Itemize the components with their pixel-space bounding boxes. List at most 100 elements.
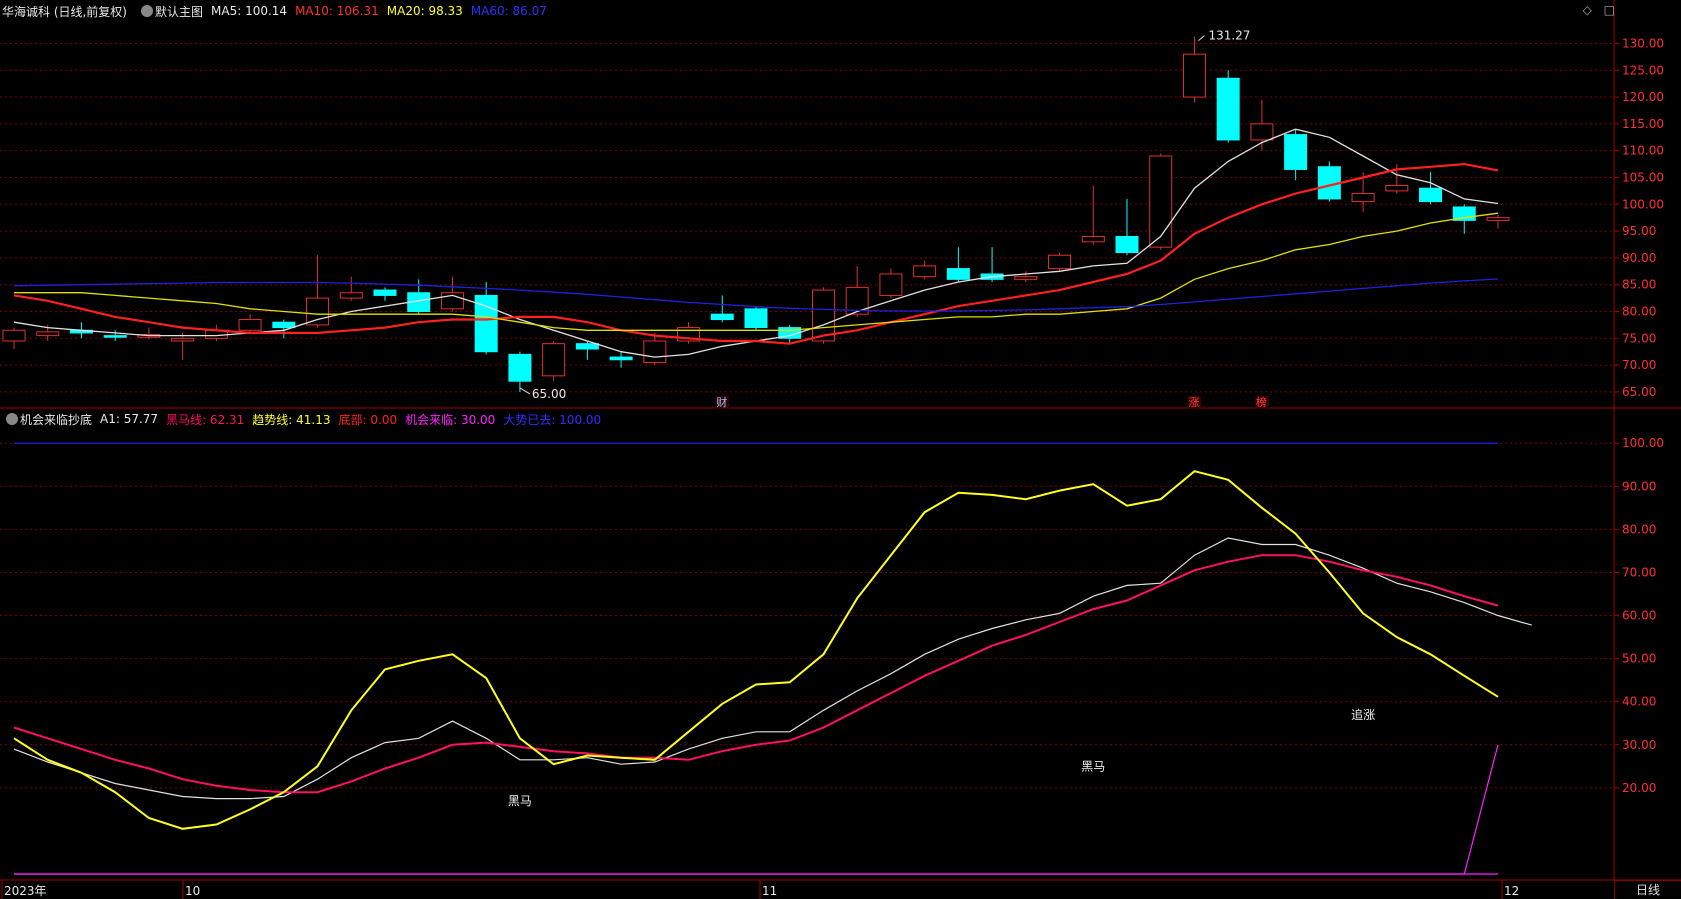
candle-body xyxy=(1419,187,1443,203)
high-arrow xyxy=(1198,35,1205,42)
high-price-label: 131.27 xyxy=(1208,29,1250,43)
period-tab[interactable]: 日线 xyxy=(1614,880,1681,899)
main-chart-label[interactable]: 默认主图 xyxy=(155,3,203,20)
price-tick-label: 115.00 xyxy=(1622,117,1664,131)
price-tick-label: 85.00 xyxy=(1622,278,1656,292)
price-tick-label: 80.00 xyxy=(1622,305,1656,319)
candle-body xyxy=(373,289,397,296)
candle xyxy=(609,351,633,368)
candle-body xyxy=(710,313,734,321)
time-axis-label: 12 xyxy=(1504,884,1519,898)
indicator-name[interactable]: 机会来临抄底 xyxy=(20,411,92,428)
candle xyxy=(1182,36,1206,103)
indicator-tick-label: 40.00 xyxy=(1622,695,1656,709)
indicator-settings-icon[interactable] xyxy=(6,413,18,425)
candle xyxy=(1284,129,1308,181)
event-marker: 涨 xyxy=(1188,396,1199,409)
candle-body xyxy=(1284,134,1308,170)
ma5-label: MA5: 100.14 xyxy=(211,4,288,18)
candle xyxy=(339,276,363,301)
candle xyxy=(204,324,228,341)
price-tick-label: 65.00 xyxy=(1622,385,1656,399)
candle xyxy=(1081,185,1105,245)
candle-body xyxy=(238,319,262,331)
candle-body xyxy=(36,331,60,337)
chance-label: 机会来临: 30.00 xyxy=(405,412,496,427)
signal-label: 黑马 xyxy=(508,794,532,808)
candle-body xyxy=(1216,77,1240,141)
candle-body xyxy=(1081,235,1105,243)
candle-body xyxy=(1014,276,1038,280)
candle-body xyxy=(1486,217,1510,221)
candle-body xyxy=(643,340,667,363)
price-tick-label: 125.00 xyxy=(1622,63,1664,77)
candle xyxy=(744,306,768,331)
candle-body xyxy=(2,329,26,342)
price-tick-label: 110.00 xyxy=(1622,144,1664,158)
ma60-label: MA60: 86.07 xyxy=(470,4,547,18)
candle-body xyxy=(913,265,937,278)
candle-body xyxy=(1351,193,1375,203)
candle-body xyxy=(744,308,768,329)
candle-body xyxy=(946,268,970,280)
candle-body xyxy=(1385,185,1409,192)
indicator-tick-label: 50.00 xyxy=(1622,652,1656,666)
price-tick-label: 105.00 xyxy=(1622,170,1664,184)
candle xyxy=(1216,70,1240,143)
candle-body xyxy=(609,356,633,361)
candle xyxy=(1419,172,1443,205)
candle xyxy=(1486,215,1510,229)
indicator-tick-label: 100.00 xyxy=(1622,436,1664,450)
price-tick-label: 75.00 xyxy=(1622,331,1656,345)
ma10-label: MA10: 106.31 xyxy=(295,4,379,18)
candle-body xyxy=(103,335,127,338)
candle xyxy=(1048,252,1072,272)
candle-body xyxy=(306,297,330,326)
square-icon[interactable]: □ xyxy=(1604,3,1615,17)
stock-title[interactable]: 华海诚科 (日线,前复权) xyxy=(2,3,127,20)
candle-body xyxy=(1115,235,1139,254)
candle-body xyxy=(1149,155,1173,248)
candle xyxy=(171,332,195,360)
indicator-tick-label: 80.00 xyxy=(1622,522,1656,536)
price-tick-label: 120.00 xyxy=(1622,90,1664,104)
candle-body xyxy=(542,343,566,377)
a1-label: A1: 57.77 xyxy=(100,412,159,426)
event-marker: 财 xyxy=(716,395,727,409)
time-axis-label: 2023年 xyxy=(4,884,47,898)
indicator-tick-label: 70.00 xyxy=(1622,565,1656,579)
stock-chart-area[interactable]: 65.00 70.00 75.00 80.00 85.00 90.00 95.00 100.0… xyxy=(0,0,1681,899)
candle-body xyxy=(339,292,363,299)
time-axis-label: 10 xyxy=(185,884,200,898)
candle xyxy=(913,260,937,280)
price-tick-label: 95.00 xyxy=(1622,224,1656,238)
low-arrow xyxy=(519,387,531,395)
ma20-label: MA20: 98.33 xyxy=(386,4,463,18)
candle xyxy=(272,319,296,339)
candle xyxy=(1317,161,1341,202)
candle-body xyxy=(1048,254,1072,270)
candle xyxy=(137,327,161,340)
bottom-label: 底部: 0.00 xyxy=(338,412,398,427)
candle-body xyxy=(1182,53,1206,98)
settings-icon[interactable] xyxy=(141,5,153,17)
candle xyxy=(508,351,532,392)
diamond-icon[interactable]: ◇ xyxy=(1583,3,1592,17)
candle xyxy=(1115,198,1139,256)
trend-line xyxy=(13,470,1499,830)
indicator-tick-label: 90.00 xyxy=(1622,479,1656,493)
candle-body xyxy=(1250,123,1274,141)
indicator-tick-label: 60.00 xyxy=(1622,609,1656,623)
candle-body xyxy=(171,337,195,342)
a1-line xyxy=(13,537,1532,800)
candle xyxy=(946,247,970,283)
candle-body xyxy=(575,343,599,350)
signal-label: 黑马 xyxy=(1081,760,1105,774)
signal-label: 追涨 xyxy=(1351,707,1375,722)
candle-body xyxy=(272,321,296,329)
candle xyxy=(542,340,566,382)
candle xyxy=(306,255,330,328)
low-price-label: 65.00 xyxy=(532,387,566,401)
main-legend: 华海诚科 (日线,前复权) 默认主图 MA5: 100.14 MA10: 106… xyxy=(0,2,555,20)
price-tick-label: 100.00 xyxy=(1622,197,1664,211)
